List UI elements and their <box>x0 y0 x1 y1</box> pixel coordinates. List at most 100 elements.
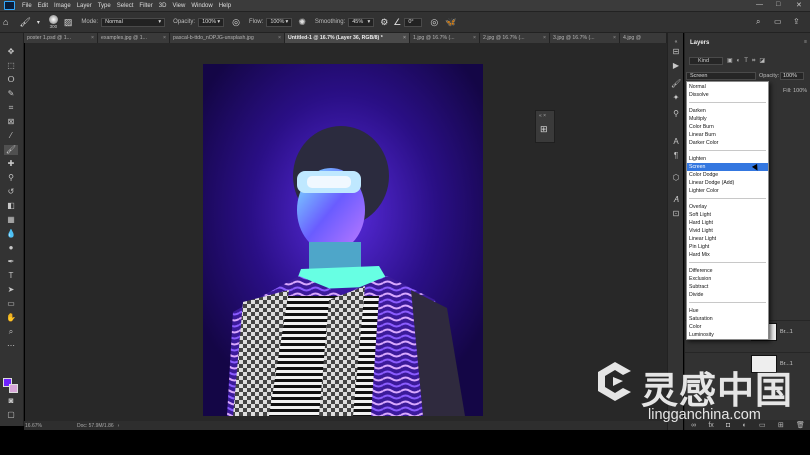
close-icon[interactable]: × <box>613 35 616 41</box>
airbrush-icon[interactable]: ✺ <box>298 17 306 28</box>
screen-mode-icon[interactable]: ▢ <box>4 410 18 420</box>
smoothing-options-gear-icon[interactable]: ⚙ <box>380 17 388 28</box>
close-icon[interactable]: × <box>543 35 546 41</box>
info-icon[interactable]: ⊡ <box>671 209 681 219</box>
new-layer-icon[interactable]: ⊞ <box>778 421 784 429</box>
blend-option-divide[interactable]: Divide <box>687 291 768 299</box>
rectangle-tool-icon[interactable]: ▭ <box>4 299 18 309</box>
canvas-area[interactable]: « × ⊞ <box>25 43 667 421</box>
tab-untitled-1[interactable]: Untitled-1 @ 16.7% (Layer 36, RGB/8) * × <box>285 33 410 43</box>
brush-settings-icon[interactable]: ▨ <box>64 17 73 28</box>
blend-option-darker-color[interactable]: Darker Color <box>687 139 768 147</box>
blend-option-hard-mix[interactable]: Hard Mix <box>687 251 768 259</box>
tab-examples[interactable]: examples.jpg @ 1... × <box>98 33 170 43</box>
trash-icon[interactable]: 🗑 <box>796 421 805 429</box>
mode-select[interactable]: Normal ▾ <box>101 17 166 27</box>
blend-option-difference[interactable]: Difference <box>687 267 768 275</box>
layer-row[interactable]: Br...1 <box>685 352 810 374</box>
blend-option-overlay[interactable]: Overlay <box>687 203 768 211</box>
type-tool-icon[interactable]: T <box>4 271 18 281</box>
menu-select[interactable]: Select <box>114 3 137 9</box>
play-actions-icon[interactable]: ▶ <box>671 61 681 71</box>
clone-stamp-tool-icon[interactable]: ⚲ <box>4 173 18 183</box>
menu-filter[interactable]: Filter <box>136 3 155 9</box>
blend-option-color-dodge[interactable]: Color Dodge <box>687 171 768 179</box>
dodge-tool-icon[interactable]: ● <box>4 243 18 253</box>
blend-option-lighten[interactable]: Lighten <box>687 155 768 163</box>
menu-help[interactable]: Help <box>216 3 234 9</box>
tab-pascal-unsplash[interactable]: pascal-b-ttdo_nOPJG-unsplash.jpg × <box>170 33 285 43</box>
frame-tool-icon[interactable]: ⊠ <box>4 117 18 127</box>
gradient-tool-icon[interactable]: ▦ <box>4 215 18 225</box>
menu-edit[interactable]: Edit <box>35 3 51 9</box>
blend-option-linear-light[interactable]: Linear Light <box>687 235 768 243</box>
eyedropper-tool-icon[interactable]: ⁄ <box>4 131 18 141</box>
eraser-tool-icon[interactable]: ◧ <box>4 201 18 211</box>
blur-tool-icon[interactable]: 💧 <box>4 229 18 239</box>
tab-1-jpg[interactable]: 1.jpg @ 16.7% (... × <box>410 33 480 43</box>
healing-brush-tool-icon[interactable]: ✚ <box>4 159 18 169</box>
smoothing-field[interactable]: 45% ▾ <box>348 17 375 27</box>
flow-field[interactable]: 100% ▾ <box>266 17 293 27</box>
close-icon[interactable]: × <box>278 35 281 41</box>
paragraph-icon[interactable]: ¶ <box>671 151 681 161</box>
new-group-icon[interactable]: ▭ <box>759 421 766 429</box>
menu-type[interactable]: Type <box>95 3 114 9</box>
clone-source-icon[interactable]: ⚲ <box>671 109 681 119</box>
collapse-arrows-icon[interactable]: « <box>671 37 681 47</box>
brushes-icon[interactable]: ✦ <box>671 93 681 103</box>
menu-image[interactable]: Image <box>51 3 74 9</box>
chevron-right-icon[interactable]: › <box>118 423 120 429</box>
blend-option-luminosity[interactable]: Luminosity <box>687 331 768 339</box>
menu-view[interactable]: View <box>169 3 188 9</box>
tab-3-jpg[interactable]: 3.jpg @ 16.7% (... × <box>550 33 620 43</box>
history-brush-tool-icon[interactable]: ↺ <box>4 187 18 197</box>
symmetry-icon[interactable]: 🦋 <box>445 17 456 28</box>
close-window-button[interactable]: ✕ <box>796 1 802 9</box>
blend-option-darken[interactable]: Darken <box>687 107 768 115</box>
blend-option-dissolve[interactable]: Dissolve <box>687 91 768 99</box>
blend-option-lighter-color[interactable]: Lighter Color <box>687 187 768 195</box>
blend-option-multiply[interactable]: Multiply <box>687 115 768 123</box>
lasso-tool-icon[interactable]: ⵔ <box>4 75 18 85</box>
menu-3d[interactable]: 3D <box>156 3 170 9</box>
close-icon[interactable]: × <box>403 35 406 41</box>
pen-tool-icon[interactable]: ✒ <box>4 257 18 267</box>
angle-field[interactable]: 0° <box>404 17 423 27</box>
brush-tool-preset-icon[interactable]: 🖌 <box>19 17 30 28</box>
close-icon[interactable]: × <box>163 35 166 41</box>
blend-option-normal[interactable]: Normal <box>687 83 768 91</box>
blend-option-color-burn[interactable]: Color Burn <box>687 123 768 131</box>
search-icon[interactable]: ⌕ <box>756 17 760 27</box>
glyphs-icon[interactable]: 𝐴 <box>671 195 681 205</box>
share-icon[interactable]: ⇪ <box>793 17 800 26</box>
blend-option-exclusion[interactable]: Exclusion <box>687 275 768 283</box>
blend-option-subtract[interactable]: Subtract <box>687 283 768 291</box>
panel-menu-icon[interactable]: ≡ <box>804 39 807 45</box>
layer-opacity-field[interactable]: 100% <box>780 72 804 80</box>
history-icon[interactable]: ⊟ <box>671 47 681 57</box>
blend-option-hue[interactable]: Hue <box>687 307 768 315</box>
blend-mode-select[interactable]: Screen <box>686 72 756 80</box>
blend-option-hard-light[interactable]: Hard Light <box>687 219 768 227</box>
blend-option-linear-burn[interactable]: Linear Burn <box>687 131 768 139</box>
maximize-button[interactable]: □ <box>776 1 780 8</box>
quick-selection-tool-icon[interactable]: ✎ <box>4 89 18 99</box>
menu-window[interactable]: Window <box>188 3 215 9</box>
pressure-opacity-icon[interactable]: ◎ <box>232 17 240 28</box>
pressure-size-icon[interactable]: ◎ <box>430 17 438 28</box>
add-mask-icon[interactable]: ◘ <box>726 422 730 429</box>
chevron-down-icon[interactable]: ▾ <box>37 19 40 26</box>
brush-tool-icon[interactable]: 🖌 <box>4 145 18 155</box>
blend-option-color[interactable]: Color <box>687 323 768 331</box>
path-selection-tool-icon[interactable]: ➤ <box>4 285 18 295</box>
layer-filter-icons[interactable]: ▣◐T⌗◪ <box>727 57 769 65</box>
brush-settings-icon[interactable]: 🖌 <box>671 79 681 89</box>
minimize-button[interactable]: — <box>756 1 763 8</box>
tab-2-jpg[interactable]: 2.jpg @ 16.7% (... × <box>480 33 550 43</box>
blend-option-pin-light[interactable]: Pin Light <box>687 243 768 251</box>
adjustment-layer-icon[interactable]: ◐ <box>743 422 747 429</box>
close-icon[interactable]: × <box>91 35 94 41</box>
blend-option-vivid-light[interactable]: Vivid Light <box>687 227 768 235</box>
move-tool-icon[interactable]: ✥ <box>4 47 18 57</box>
